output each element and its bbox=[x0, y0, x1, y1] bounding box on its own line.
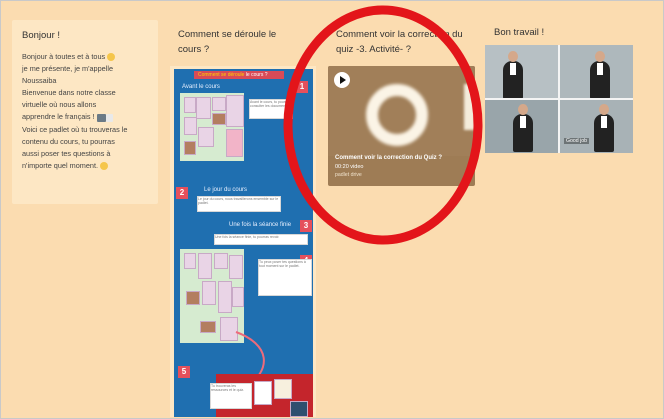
post-line: n'importe quel moment. bbox=[22, 160, 99, 170]
thumbnail-shape bbox=[464, 84, 475, 130]
play-icon[interactable] bbox=[334, 72, 350, 88]
welcome-post[interactable]: Bonjour ! Bonjour à toutes et à tous je … bbox=[12, 20, 158, 204]
book-emoji-icon bbox=[105, 113, 113, 122]
figure-shirt bbox=[601, 116, 607, 128]
post-line: Voici ce padlet où tu trouveras le bbox=[22, 124, 128, 134]
post-line: virtuelle où nous allons bbox=[22, 100, 97, 110]
donut-shape bbox=[366, 84, 428, 146]
post-line: Noussaiba bbox=[22, 76, 57, 86]
video-title: Comment voir la correction du Quiz ? bbox=[335, 155, 443, 161]
course-board-image[interactable]: Comment se déroule le cours ? Avant le c… bbox=[174, 69, 313, 417]
post-line: je me présente, je m'appelle bbox=[22, 64, 114, 74]
gif-panel bbox=[485, 100, 558, 153]
waving-hand-emoji-icon bbox=[107, 53, 116, 62]
video-duration: 00:20 video bbox=[335, 164, 364, 170]
post-line: aussi poser tes questions à bbox=[22, 148, 111, 158]
figure-face bbox=[508, 51, 518, 62]
post-line: Bienvenue dans notre classe bbox=[22, 88, 116, 98]
gif-panel bbox=[560, 45, 633, 98]
board-card bbox=[254, 381, 272, 405]
figure-shirt bbox=[510, 63, 516, 75]
board-card-image bbox=[290, 401, 308, 417]
post-line: contenu du cours, tu pourras bbox=[22, 136, 115, 146]
post-line: apprendre le français ! bbox=[22, 112, 95, 122]
computer-emoji-icon bbox=[96, 113, 106, 122]
video-post[interactable]: Comment voir la correction du Quiz ? 00:… bbox=[328, 66, 475, 186]
step-number: 5 bbox=[178, 366, 190, 378]
gif-panel bbox=[485, 45, 558, 98]
smile-emoji-icon bbox=[100, 161, 109, 170]
post-body: Bonjour à toutes et à tous je me présent… bbox=[22, 51, 156, 172]
figure-shirt bbox=[520, 116, 526, 128]
connector-curve bbox=[235, 331, 265, 390]
board-card bbox=[274, 379, 292, 399]
video-source: padlet drive bbox=[335, 172, 362, 178]
figure-face bbox=[595, 51, 605, 62]
figure-face bbox=[518, 104, 528, 115]
post-title: Bonjour ! bbox=[22, 30, 61, 41]
course-flow-post[interactable]: Comment se déroule le cours ? Avant le c… bbox=[170, 66, 316, 417]
column-title-course: Comment se déroule le cours ? bbox=[178, 29, 277, 55]
figure-shirt bbox=[597, 63, 603, 75]
column-title-quiz: Comment voir la correction du quiz -3. A… bbox=[336, 29, 463, 55]
post-line: Bonjour à toutes et à tous bbox=[22, 52, 106, 61]
column-title-bon-travail: Bon travail ! bbox=[494, 27, 545, 38]
gif-panel: Good job bbox=[560, 100, 633, 153]
good-job-gif[interactable]: Good job bbox=[485, 45, 633, 153]
gif-caption: Good job bbox=[564, 138, 590, 144]
figure-face bbox=[599, 104, 609, 115]
board-note: Tu trouveras les ressources et le quiz. bbox=[210, 383, 252, 409]
video-thumbnail bbox=[328, 66, 475, 156]
